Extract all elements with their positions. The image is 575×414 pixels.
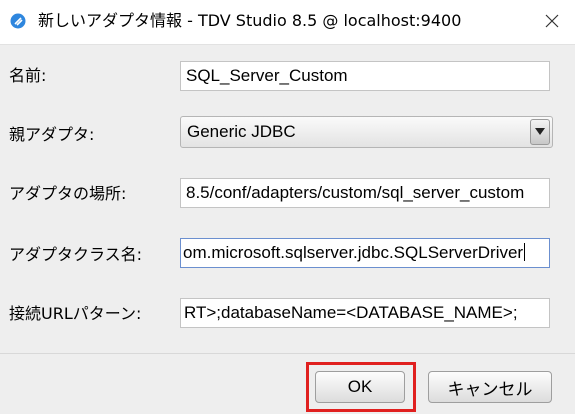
name-field-value: SQL_Server_Custom <box>186 66 348 85</box>
tdv-studio-icon <box>10 13 26 29</box>
ok-highlight-box <box>306 362 416 412</box>
adapter-class-value: om.microsoft.sqlserver.jdbc.SQLServerDri… <box>183 243 524 262</box>
parent-adapter-select[interactable]: Generic JDBC <box>180 116 553 148</box>
adapter-location-value: 8.5/conf/adapters/custom/sql_server_cust… <box>186 183 525 202</box>
window-title: 新しいアダプタ情報 - TDV Studio 8.5 @ localhost:9… <box>38 11 462 30</box>
dropdown-button[interactable] <box>530 119 550 145</box>
parent-adapter-label: 親アダプタ: <box>9 125 95 144</box>
text-caret <box>524 243 526 261</box>
url-pattern-value: RT>;databaseName=<DATABASE_NAME>; <box>184 303 518 322</box>
name-label: 名前: <box>9 66 47 85</box>
adapter-class-field[interactable]: om.microsoft.sqlserver.jdbc.SQLServerDri… <box>180 238 550 268</box>
close-icon <box>545 14 559 28</box>
close-button[interactable] <box>536 6 568 36</box>
parent-adapter-value: Generic JDBC <box>187 122 296 141</box>
adapter-location-field[interactable]: 8.5/conf/adapters/custom/sql_server_cust… <box>180 178 550 208</box>
url-pattern-label: 接続URLパターン: <box>9 304 142 323</box>
name-field[interactable]: SQL_Server_Custom <box>180 61 550 91</box>
adapter-location-label: アダプタの場所: <box>9 184 127 203</box>
title-bar: 新しいアダプタ情報 - TDV Studio 8.5 @ localhost:9… <box>0 0 575 44</box>
adapter-class-label: アダプタクラス名: <box>9 245 143 264</box>
chevron-down-icon <box>535 128 545 135</box>
url-pattern-field[interactable]: RT>;databaseName=<DATABASE_NAME>; <box>180 298 550 328</box>
cancel-button[interactable]: キャンセル <box>428 371 552 403</box>
